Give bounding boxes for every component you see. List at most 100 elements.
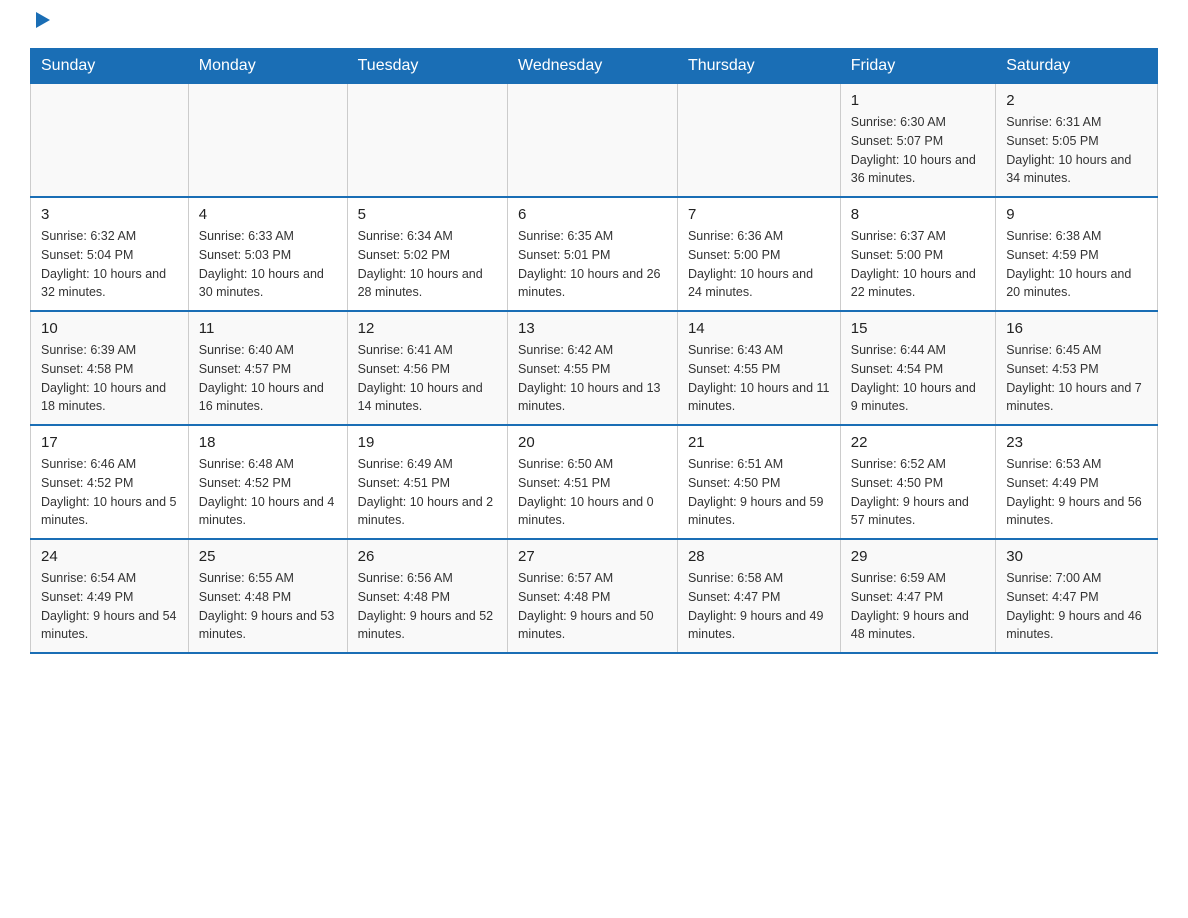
day-number: 10: [41, 320, 178, 337]
day-number: 26: [358, 548, 497, 565]
calendar-day-cell: 3 Sunrise: 6:32 AMSunset: 5:04 PMDaylight…: [31, 197, 189, 311]
day-number: 11: [199, 320, 337, 337]
calendar-day-cell: 13Sunrise: 6:42 AMSunset: 4:55 PMDayligh…: [508, 311, 678, 425]
day-number: 6: [518, 206, 667, 223]
day-number: 8: [851, 206, 985, 223]
day-of-week-header: Tuesday: [347, 49, 507, 84]
day-number: 4: [199, 206, 337, 223]
day-info: Sunrise: 6:34 AMSunset: 5:02 PMDaylight:…: [358, 227, 497, 302]
day-info: Sunrise: 6:40 AMSunset: 4:57 PMDaylight:…: [199, 341, 337, 416]
day-info: Sunrise: 6:39 AMSunset: 4:58 PMDaylight:…: [41, 341, 178, 416]
day-info: Sunrise: 6:59 AMSunset: 4:47 PMDaylight:…: [851, 569, 985, 644]
day-number: 5: [358, 206, 497, 223]
calendar-day-cell: 9 Sunrise: 6:38 AMSunset: 4:59 PMDaylight…: [996, 197, 1158, 311]
calendar-day-cell: 4 Sunrise: 6:33 AMSunset: 5:03 PMDaylight…: [188, 197, 347, 311]
calendar-day-cell: 7 Sunrise: 6:36 AMSunset: 5:00 PMDaylight…: [677, 197, 840, 311]
day-number: 19: [358, 434, 497, 451]
day-number: 20: [518, 434, 667, 451]
calendar-day-cell: 25 Sunrise: 6:55 AMSunset: 4:48 PMDayligh…: [188, 539, 347, 653]
day-info: Sunrise: 6:55 AMSunset: 4:48 PMDaylight:…: [199, 569, 337, 644]
day-number: 7: [688, 206, 830, 223]
calendar-day-cell: [188, 84, 347, 198]
day-number: 3: [41, 206, 178, 223]
day-number: 24: [41, 548, 178, 565]
day-of-week-header: Wednesday: [508, 49, 678, 84]
day-info: Sunrise: 7:00 AMSunset: 4:47 PMDaylight:…: [1006, 569, 1147, 644]
calendar-day-cell: 10 Sunrise: 6:39 AMSunset: 4:58 PMDayligh…: [31, 311, 189, 425]
calendar-day-cell: [677, 84, 840, 198]
calendar-day-cell: 26 Sunrise: 6:56 AMSunset: 4:48 PMDayligh…: [347, 539, 507, 653]
day-info: Sunrise: 6:50 AMSunset: 4:51 PMDaylight:…: [518, 455, 667, 530]
logo-arrow-icon: [32, 10, 54, 32]
day-number: 1: [851, 92, 985, 109]
calendar-day-cell: 14 Sunrise: 6:43 AMSunset: 4:55 PMDayligh…: [677, 311, 840, 425]
calendar-day-cell: [31, 84, 189, 198]
calendar-day-cell: 6Sunrise: 6:35 AMSunset: 5:01 PMDaylight…: [508, 197, 678, 311]
day-number: 14: [688, 320, 830, 337]
calendar-day-cell: 27Sunrise: 6:57 AMSunset: 4:48 PMDayligh…: [508, 539, 678, 653]
day-number: 9: [1006, 206, 1147, 223]
day-of-week-header: Thursday: [677, 49, 840, 84]
day-number: 18: [199, 434, 337, 451]
day-number: 16: [1006, 320, 1147, 337]
calendar-day-cell: 28Sunrise: 6:58 AMSunset: 4:47 PMDayligh…: [677, 539, 840, 653]
calendar-day-cell: 23 Sunrise: 6:53 AMSunset: 4:49 PMDayligh…: [996, 425, 1158, 539]
day-info: Sunrise: 6:49 AMSunset: 4:51 PMDaylight:…: [358, 455, 497, 530]
calendar-day-cell: [347, 84, 507, 198]
day-number: 17: [41, 434, 178, 451]
calendar-day-cell: 19 Sunrise: 6:49 AMSunset: 4:51 PMDayligh…: [347, 425, 507, 539]
day-info: Sunrise: 6:42 AMSunset: 4:55 PMDaylight:…: [518, 341, 667, 416]
calendar-week-row: 17 Sunrise: 6:46 AMSunset: 4:52 PMDayligh…: [31, 425, 1158, 539]
calendar-week-row: 3 Sunrise: 6:32 AMSunset: 5:04 PMDaylight…: [31, 197, 1158, 311]
day-info: Sunrise: 6:43 AMSunset: 4:55 PMDaylight:…: [688, 341, 830, 416]
day-info: Sunrise: 6:33 AMSunset: 5:03 PMDaylight:…: [199, 227, 337, 302]
day-of-week-header: Monday: [188, 49, 347, 84]
calendar-day-cell: 29 Sunrise: 6:59 AMSunset: 4:47 PMDayligh…: [840, 539, 995, 653]
calendar-day-cell: 24 Sunrise: 6:54 AMSunset: 4:49 PMDayligh…: [31, 539, 189, 653]
calendar-day-cell: 8Sunrise: 6:37 AMSunset: 5:00 PMDaylight…: [840, 197, 995, 311]
day-number: 22: [851, 434, 985, 451]
day-info: Sunrise: 6:41 AMSunset: 4:56 PMDaylight:…: [358, 341, 497, 416]
day-info: Sunrise: 6:54 AMSunset: 4:49 PMDaylight:…: [41, 569, 178, 644]
day-number: 30: [1006, 548, 1147, 565]
day-number: 12: [358, 320, 497, 337]
calendar-day-cell: 18Sunrise: 6:48 AMSunset: 4:52 PMDayligh…: [188, 425, 347, 539]
day-info: Sunrise: 6:36 AMSunset: 5:00 PMDaylight:…: [688, 227, 830, 302]
day-info: Sunrise: 6:38 AMSunset: 4:59 PMDaylight:…: [1006, 227, 1147, 302]
calendar-week-row: 10 Sunrise: 6:39 AMSunset: 4:58 PMDayligh…: [31, 311, 1158, 425]
calendar-day-cell: 17 Sunrise: 6:46 AMSunset: 4:52 PMDayligh…: [31, 425, 189, 539]
calendar-header-row: SundayMondayTuesdayWednesdayThursdayFrid…: [31, 49, 1158, 84]
calendar-day-cell: 16 Sunrise: 6:45 AMSunset: 4:53 PMDayligh…: [996, 311, 1158, 425]
day-of-week-header: Friday: [840, 49, 995, 84]
calendar-day-cell: 22Sunrise: 6:52 AMSunset: 4:50 PMDayligh…: [840, 425, 995, 539]
day-info: Sunrise: 6:30 AMSunset: 5:07 PMDaylight:…: [851, 113, 985, 188]
day-info: Sunrise: 6:44 AMSunset: 4:54 PMDaylight:…: [851, 341, 985, 416]
calendar-day-cell: 21 Sunrise: 6:51 AMSunset: 4:50 PMDayligh…: [677, 425, 840, 539]
day-info: Sunrise: 6:53 AMSunset: 4:49 PMDaylight:…: [1006, 455, 1147, 530]
logo: [30, 20, 86, 28]
calendar-day-cell: 30 Sunrise: 7:00 AMSunset: 4:47 PMDayligh…: [996, 539, 1158, 653]
day-number: 25: [199, 548, 337, 565]
calendar-day-cell: [508, 84, 678, 198]
day-info: Sunrise: 6:32 AMSunset: 5:04 PMDaylight:…: [41, 227, 178, 302]
logo-top-row: [30, 20, 86, 32]
calendar-week-row: 1 Sunrise: 6:30 AMSunset: 5:07 PMDaylight…: [31, 84, 1158, 198]
calendar-day-cell: 2 Sunrise: 6:31 AMSunset: 5:05 PMDaylight…: [996, 84, 1158, 198]
day-number: 2: [1006, 92, 1147, 109]
day-number: 15: [851, 320, 985, 337]
day-info: Sunrise: 6:45 AMSunset: 4:53 PMDaylight:…: [1006, 341, 1147, 416]
day-info: Sunrise: 6:31 AMSunset: 5:05 PMDaylight:…: [1006, 113, 1147, 188]
day-of-week-header: Sunday: [31, 49, 189, 84]
day-info: Sunrise: 6:56 AMSunset: 4:48 PMDaylight:…: [358, 569, 497, 644]
day-info: Sunrise: 6:46 AMSunset: 4:52 PMDaylight:…: [41, 455, 178, 530]
day-number: 21: [688, 434, 830, 451]
day-number: 29: [851, 548, 985, 565]
calendar-day-cell: 1 Sunrise: 6:30 AMSunset: 5:07 PMDaylight…: [840, 84, 995, 198]
calendar-day-cell: 11 Sunrise: 6:40 AMSunset: 4:57 PMDayligh…: [188, 311, 347, 425]
day-number: 27: [518, 548, 667, 565]
day-number: 23: [1006, 434, 1147, 451]
day-info: Sunrise: 6:51 AMSunset: 4:50 PMDaylight:…: [688, 455, 830, 530]
day-info: Sunrise: 6:58 AMSunset: 4:47 PMDaylight:…: [688, 569, 830, 644]
page-header: [30, 20, 1158, 28]
day-of-week-header: Saturday: [996, 49, 1158, 84]
